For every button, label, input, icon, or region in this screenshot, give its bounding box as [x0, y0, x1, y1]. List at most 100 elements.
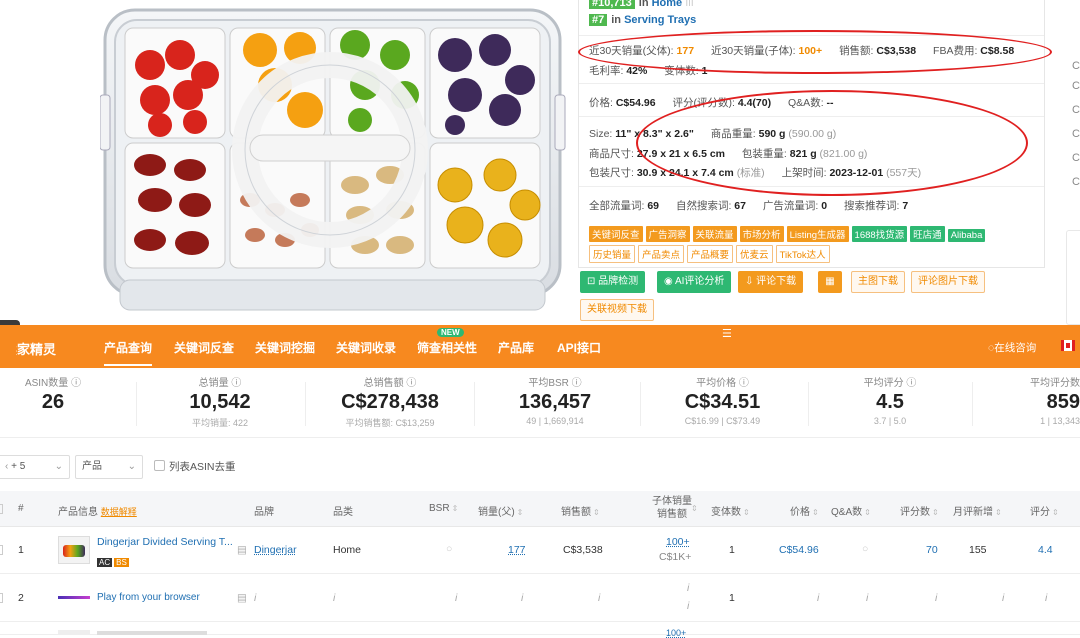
sort-icon[interactable]: ⇕	[864, 508, 871, 517]
doc-icon[interactable]: ▤	[237, 544, 247, 556]
col-revenue[interactable]: 销售额 ⇕	[561, 503, 600, 518]
data-explain-link[interactable]: 数据解释	[101, 507, 137, 517]
summary-stats: ASIN数量 ⓘ 26 总销量 ⓘ 10,542 平均销量: 422 总销售额 …	[0, 368, 1080, 438]
col-rating[interactable]: 评分 ⇕	[1030, 503, 1059, 518]
product-thumbnail[interactable]	[58, 630, 90, 635]
review-image-download-button[interactable]: 评论图片下载	[911, 271, 985, 293]
marketplace-select[interactable]: ‹ + 5 ⌄	[0, 455, 70, 479]
dims-label: 商品尺寸:	[589, 148, 634, 160]
review-download-button[interactable]: ⇩ 评论下载	[738, 271, 804, 293]
chart-icon[interactable]: ılı	[685, 0, 694, 9]
child-sales-cell[interactable]: 100+	[666, 628, 686, 638]
product-type-select[interactable]: 产品 ⌄	[75, 455, 143, 479]
col-bsr[interactable]: BSR ⇕	[429, 503, 458, 514]
product-title-link[interactable]	[97, 631, 207, 635]
fba-value: C$8.58	[980, 45, 1015, 57]
sort-icon[interactable]: ⇕	[689, 503, 698, 514]
col-child-sales[interactable]: 子体销量 销售额	[652, 495, 692, 521]
product-badges: AC BS	[97, 552, 131, 570]
tool-tag[interactable]: 旺店通	[910, 226, 945, 242]
stat-sub: C$16.99 | C$73.49	[684, 416, 761, 426]
sort-icon[interactable]: ⇕	[743, 508, 750, 517]
collapse-handle-icon[interactable]: ☰	[722, 327, 732, 340]
rating-cell: i	[1045, 592, 1048, 604]
col-price[interactable]: 价格 ⇕	[790, 503, 819, 518]
ad-value[interactable]: 0	[821, 200, 827, 212]
select-all-checkbox[interactable]	[0, 504, 3, 514]
product-thumbnail[interactable]	[58, 536, 90, 564]
tool-tag[interactable]: 优麦云	[736, 245, 773, 263]
dedupe-checkbox[interactable]	[154, 460, 165, 471]
tool-tag[interactable]: 产品卖点	[638, 245, 685, 263]
brand-check-button[interactable]: ⊡ 品牌检测	[580, 271, 646, 293]
main-image-download-button[interactable]: 主图下载	[851, 271, 905, 293]
stat-sub: 平均销售额: C$13,259	[345, 418, 435, 428]
col-qa[interactable]: Q&A数 ⇕	[831, 503, 871, 518]
rank-category-link[interactable]: Home	[652, 0, 683, 9]
tool-tag[interactable]: 1688找货源	[851, 226, 908, 242]
nav-item-product-search[interactable]: 产品查询	[104, 339, 153, 366]
table-row[interactable]: 1 Dingerjar Divided Serving T... AC BS ▤ …	[0, 527, 1080, 574]
tool-tag[interactable]: 关联流量	[692, 226, 737, 242]
product-title-link[interactable]: Dingerjar Divided Serving T...	[97, 536, 233, 548]
tool-tag[interactable]: 广告洞察	[645, 226, 690, 242]
sort-icon[interactable]: ⇕	[995, 508, 1002, 517]
online-consult-link[interactable]: ◌在线咨询	[988, 340, 1036, 355]
child-sales-cell[interactable]: 100+	[666, 536, 690, 548]
col-monthly-new[interactable]: 月评新增 ⇕	[953, 503, 1002, 518]
table-row[interactable]: 100+	[0, 622, 1080, 638]
stat-title: 平均BSR	[528, 378, 569, 389]
ai-review-button[interactable]: ◉ AI评论分析	[657, 271, 732, 293]
col-sales-parent[interactable]: 销量(父) ⇕	[478, 503, 523, 518]
table-row[interactable]: 2 Play from your browser ▤ i i i i i i i…	[0, 574, 1080, 622]
sort-icon[interactable]: ⇕	[452, 504, 459, 513]
doc-icon[interactable]: ▤	[237, 592, 247, 604]
nav-item-relevance[interactable]: 筛查相关性	[417, 339, 477, 356]
col-variants[interactable]: 变体数 ⇕	[711, 503, 750, 518]
sort-icon[interactable]: ⇕	[812, 508, 819, 517]
brand-logo[interactable]: 卖家精灵	[16, 339, 56, 358]
nav-item-keyword-reverse[interactable]: 关键词反查	[174, 339, 234, 356]
nav-item-product-library[interactable]: 产品库	[498, 339, 534, 356]
tool-tag[interactable]: Alibaba	[947, 229, 986, 242]
calculator-button[interactable]: ▦	[818, 271, 842, 293]
tool-tag[interactable]: 关键词反查	[589, 226, 643, 242]
row-checkbox[interactable]	[0, 545, 3, 555]
related-video-download-button[interactable]: 关联视频下载	[580, 299, 654, 321]
sales-cell: i	[521, 592, 524, 604]
col-reviews[interactable]: 评分数 ⇕	[900, 503, 939, 518]
sort-icon[interactable]: ⇕	[593, 508, 600, 517]
tool-tag[interactable]: 历史销量	[589, 245, 636, 263]
list-item-icon: C	[1072, 104, 1080, 116]
tool-tag[interactable]: Listing生成器	[786, 226, 849, 242]
stat-sub: 1 | 13,343	[1040, 416, 1080, 426]
row-checkbox[interactable]	[0, 593, 3, 603]
nav-item-api[interactable]: API接口	[557, 339, 601, 356]
brand-cell: i	[254, 592, 257, 604]
all-kw-value[interactable]: 69	[647, 200, 659, 212]
tool-tag[interactable]: TikTok达人	[775, 245, 830, 263]
sort-icon[interactable]: ⇕	[517, 508, 524, 517]
nav-item-keyword-index[interactable]: 关键词收录	[336, 339, 396, 356]
product-title-link[interactable]: Play from your browser	[97, 592, 200, 603]
rating-cell[interactable]: 4.4	[1038, 544, 1053, 556]
product-thumbnail[interactable]	[58, 596, 90, 599]
variants-cell: 1	[729, 544, 735, 556]
organic-value[interactable]: 67	[734, 200, 746, 212]
tool-tag[interactable]: 产品概要	[687, 245, 734, 263]
price-cell[interactable]: C$54.96	[779, 544, 819, 556]
rank-category-link[interactable]: Serving Trays	[624, 14, 696, 26]
margin-value: 42%	[626, 65, 648, 77]
tool-tag[interactable]: 市场分析	[739, 226, 784, 242]
canada-flag-icon[interactable]	[1061, 340, 1075, 351]
sort-icon[interactable]: ⇕	[1052, 508, 1059, 517]
nav-item-keyword-mining[interactable]: 关键词挖掘	[255, 339, 315, 356]
brand-link[interactable]: Dingerjar	[254, 544, 297, 556]
divider	[474, 382, 475, 426]
sales-cell[interactable]: 177	[508, 544, 526, 556]
sort-icon[interactable]: ⇕	[932, 508, 939, 517]
sales30-child-label: 近30天销量(子体):	[710, 45, 796, 57]
rec-value[interactable]: 7	[902, 200, 908, 212]
list-item-icon: C	[1072, 152, 1080, 164]
reviews-cell[interactable]: 70	[926, 544, 938, 556]
